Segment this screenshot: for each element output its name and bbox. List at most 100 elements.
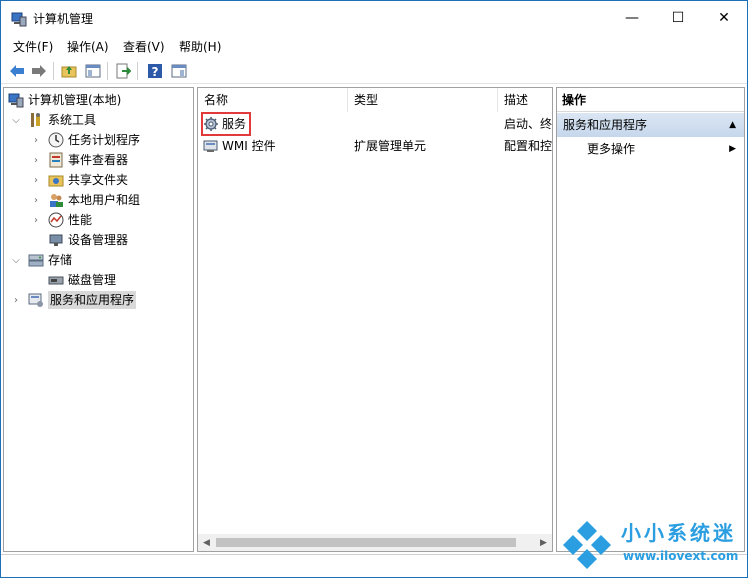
toolbar-separator: [53, 62, 54, 80]
menu-view[interactable]: 查看(V): [123, 39, 165, 55]
console-tree-icon: [85, 64, 101, 78]
computer-management-window: 计算机管理 — ☐ ✕ 文件(F) 操作(A) 查看(V) 帮助(H) ? 计算…: [0, 0, 748, 578]
computer-management-icon: [8, 93, 24, 108]
chevron-right-icon[interactable]: ›: [30, 194, 42, 206]
tree-item-disk-management[interactable]: 磁盘管理: [48, 270, 116, 290]
device-manager-icon: [49, 234, 63, 246]
maximize-button[interactable]: ☐: [655, 1, 701, 35]
computer-management-icon: [11, 12, 27, 27]
chevron-right-icon[interactable]: ›: [30, 134, 42, 146]
disk-management-icon: [48, 276, 64, 285]
tree-item-label: 共享文件夹: [68, 173, 129, 187]
tree-item-label: 磁盘管理: [68, 273, 117, 287]
tree-item-services-applications[interactable]: › 服务和应用程序: [10, 290, 137, 310]
menu-help[interactable]: 帮助(H): [179, 39, 221, 55]
scroll-right-icon[interactable]: ▶: [535, 534, 552, 551]
chevron-right-icon[interactable]: ›: [10, 294, 22, 306]
export-list-icon: [116, 63, 131, 79]
list-cell-description: 配置和控: [504, 139, 552, 153]
chevron-right-icon[interactable]: ›: [30, 154, 42, 166]
column-header-type[interactable]: 类型: [348, 88, 498, 112]
back-button[interactable]: [7, 61, 27, 81]
show-hide-tree-button[interactable]: [83, 61, 103, 81]
list-row-services[interactable]: 服务 启动、终: [198, 114, 552, 134]
forward-arrow-icon: [32, 65, 46, 77]
storage-icon: [28, 254, 44, 267]
scroll-left-icon[interactable]: ◀: [198, 534, 215, 551]
shared-folders-icon: [48, 175, 64, 187]
result-list-pane: 名称 类型 描述 服务 启动、终 WMI 控件 扩展管理单元 配置和控 ◀ ▶: [197, 87, 553, 552]
svg-text:?: ?: [152, 65, 159, 79]
close-icon: ✕: [718, 10, 730, 26]
tree-item-label: 计算机管理(本地): [28, 93, 122, 107]
submenu-arrow-icon[interactable]: ▶: [729, 140, 736, 158]
column-header-name[interactable]: 名称: [198, 88, 348, 112]
action-more-actions[interactable]: 更多操作: [587, 140, 635, 158]
toolbar-separator: [107, 62, 108, 80]
help-button[interactable]: ?: [145, 61, 165, 81]
up-level-button[interactable]: [59, 61, 79, 81]
menu-bar: 文件(F) 操作(A) 查看(V) 帮助(H): [1, 35, 747, 57]
chevron-right-icon[interactable]: ›: [30, 174, 42, 186]
tree-item-system-tools[interactable]: ⌵ 系统工具: [10, 110, 96, 130]
back-arrow-icon: [10, 65, 24, 77]
column-header-description[interactable]: 描述: [498, 88, 552, 112]
wmi-icon: [203, 140, 218, 152]
forward-button[interactable]: [29, 61, 49, 81]
window-title: 计算机管理: [33, 12, 94, 26]
action-section-label: 服务和应用程序: [563, 118, 648, 132]
console-tree-pane: 计算机管理(本地) ⌵ 系统工具 › 任务计划程序 › 事件查看器 › 共享文件…: [3, 87, 194, 552]
toolbar-separator: [137, 62, 138, 80]
tree-item-label: 系统工具: [48, 113, 97, 127]
tree-item-label: 性能: [68, 213, 93, 227]
action-pane-icon: [171, 64, 187, 78]
help-icon: ?: [148, 64, 162, 79]
local-users-icon: [50, 194, 63, 207]
menu-file[interactable]: 文件(F): [13, 39, 53, 55]
collapse-up-icon[interactable]: ▲: [729, 113, 736, 137]
watermark: 小小系统迷 www.ilovext.com: [557, 515, 747, 577]
performance-icon: [48, 212, 64, 228]
tree-item-local-users[interactable]: › 本地用户和组: [30, 190, 140, 210]
close-button[interactable]: ✕: [701, 1, 747, 35]
minimize-button[interactable]: —: [609, 1, 655, 35]
chevron-down-icon[interactable]: ⌵: [10, 254, 22, 266]
list-cell-name: WMI 控件: [222, 139, 276, 153]
highlight-annotation: [201, 112, 251, 136]
title-bar[interactable]: 计算机管理 — ☐ ✕: [1, 1, 747, 35]
watermark-brand: 小小系统迷: [621, 521, 736, 545]
tree-item-label: 本地用户和组: [68, 193, 141, 207]
tree-item-shared-folders[interactable]: › 共享文件夹: [30, 170, 128, 190]
list-cell-description: 启动、终: [504, 117, 552, 131]
chevron-right-icon[interactable]: ›: [30, 214, 42, 226]
menu-action[interactable]: 操作(A): [67, 39, 109, 55]
watermark-url: www.ilovext.com: [623, 549, 739, 563]
export-list-button[interactable]: [113, 61, 133, 81]
horizontal-scrollbar[interactable]: ◀ ▶: [198, 534, 552, 551]
tree-item-label: 服务和应用程序: [48, 291, 137, 309]
event-viewer-icon: [49, 152, 63, 168]
tree-item-computer-management[interactable]: 计算机管理(本地): [8, 90, 121, 110]
tree-item-performance[interactable]: › 性能: [30, 210, 92, 230]
system-tools-icon: [31, 113, 40, 127]
tree-item-storage[interactable]: ⌵ 存储: [10, 250, 72, 270]
scrollbar-thumb[interactable]: [216, 538, 516, 547]
maximize-icon: ☐: [671, 10, 685, 26]
task-scheduler-icon: [48, 132, 64, 148]
tree-item-task-scheduler[interactable]: › 任务计划程序: [30, 130, 140, 150]
list-cell-type: 扩展管理单元: [354, 139, 427, 153]
chevron-down-icon[interactable]: ⌵: [10, 114, 22, 126]
action-section-services-apps[interactable]: 服务和应用程序 ▲: [557, 113, 744, 137]
tree-item-label: 存储: [48, 253, 73, 267]
tree-item-label: 设备管理器: [68, 233, 129, 247]
action-pane: 操作 服务和应用程序 ▲ 更多操作 ▶: [556, 87, 745, 552]
folder-up-icon: [61, 66, 77, 78]
tree-item-event-viewer[interactable]: › 事件查看器: [30, 150, 128, 170]
tree-item-label: 事件查看器: [68, 153, 129, 167]
tree-item-label: 任务计划程序: [68, 133, 141, 147]
tree-item-device-manager[interactable]: 设备管理器: [48, 230, 128, 250]
list-row-wmi[interactable]: WMI 控件 扩展管理单元 配置和控: [198, 136, 552, 156]
minimize-icon: —: [625, 10, 639, 26]
services-apps-icon: [28, 293, 43, 307]
show-hide-action-pane-button[interactable]: [169, 61, 189, 81]
